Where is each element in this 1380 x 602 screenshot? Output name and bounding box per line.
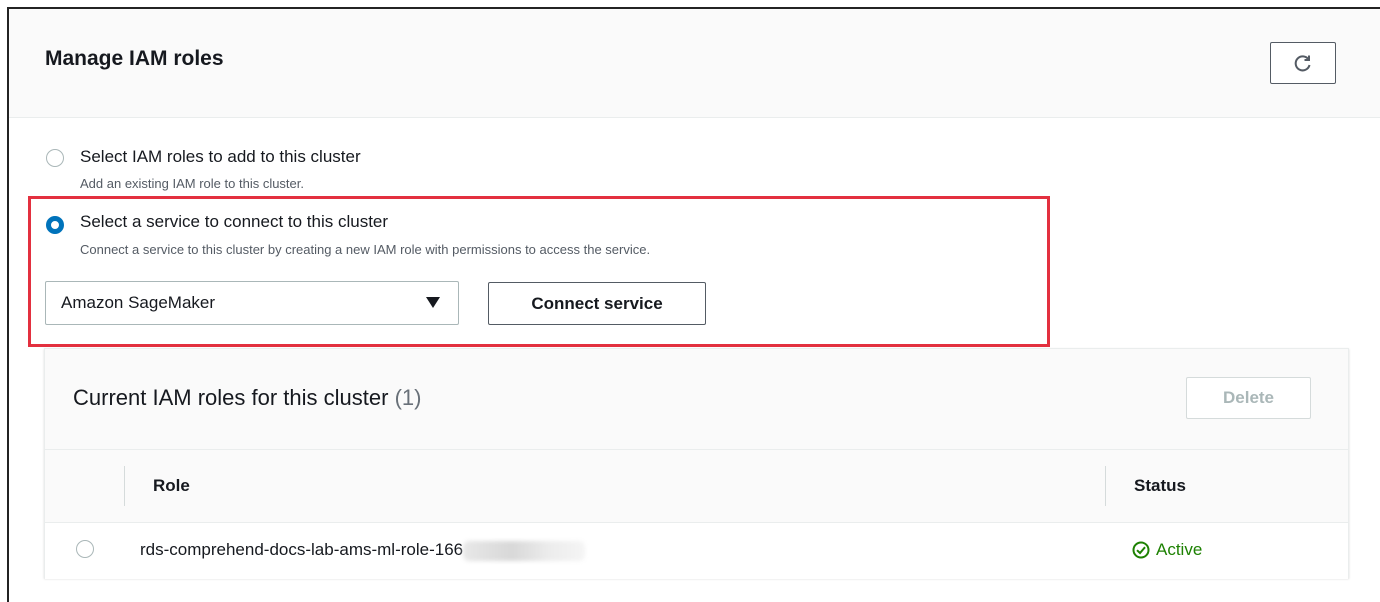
delete-button[interactable]: Delete (1186, 377, 1311, 419)
page-title: Manage IAM roles (45, 47, 224, 70)
role-name-cell: rds-comprehend-docs-lab-ams-ml-role-166 (140, 540, 586, 561)
column-divider (124, 466, 125, 506)
refresh-icon (1294, 55, 1311, 72)
refresh-button[interactable] (1270, 42, 1336, 84)
panel-header: Manage IAM roles (9, 9, 1380, 118)
connect-service-button[interactable]: Connect service (488, 282, 706, 325)
caret-down-icon (426, 297, 440, 308)
table-row[interactable]: rds-comprehend-docs-lab-ams-ml-role-166 … (45, 523, 1348, 579)
role-name: rds-comprehend-docs-lab-ams-ml-role-166 (140, 540, 464, 559)
redacted-text (463, 540, 586, 561)
status-cell: Active (1132, 540, 1202, 560)
option-add-existing-role-label: Select IAM roles to add to this cluster (80, 147, 361, 166)
roles-table-panel: Current IAM roles for this cluster (1) D… (44, 348, 1349, 579)
status-text: Active (1156, 540, 1203, 559)
column-header-role[interactable]: Role (153, 476, 190, 496)
roles-count: (1) (394, 385, 422, 410)
roles-table-column-headers: Role Status (45, 450, 1348, 523)
option-connect-service-description: Connect a service to this cluster by cre… (80, 242, 651, 257)
column-divider (1105, 466, 1106, 506)
column-header-status[interactable]: Status (1134, 476, 1186, 496)
radio-connect-service[interactable] (46, 216, 64, 234)
service-select-value: Amazon SageMaker (61, 293, 216, 312)
radio-add-existing-role[interactable] (46, 149, 64, 167)
check-circle-icon (1132, 541, 1150, 559)
roles-table-header: Current IAM roles for this cluster (1) D… (45, 349, 1348, 450)
row-select-radio[interactable] (76, 540, 94, 558)
roles-table-title-text: Current IAM roles for this cluster (73, 385, 389, 410)
roles-table-title: Current IAM roles for this cluster (1) (73, 385, 421, 411)
option-add-existing-role-description: Add an existing IAM role to this cluster… (80, 176, 304, 191)
option-connect-service-label: Select a service to connect to this clus… (80, 212, 389, 231)
service-select[interactable]: Amazon SageMaker (45, 281, 459, 325)
